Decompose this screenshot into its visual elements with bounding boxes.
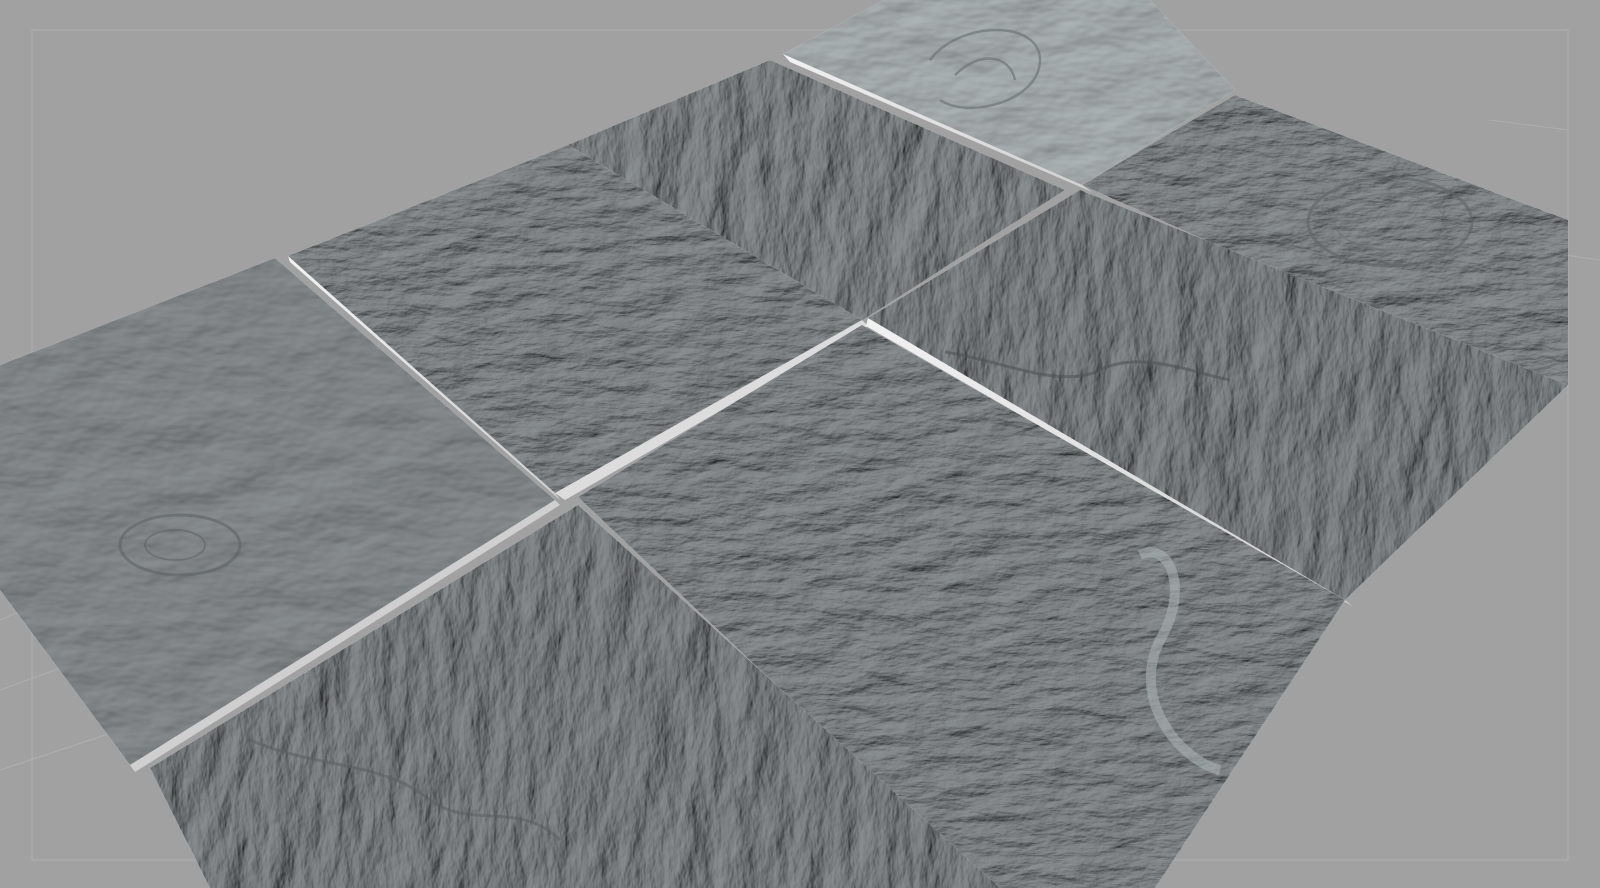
- viewport-scene[interactable]: [0, 0, 1600, 888]
- 3d-viewport[interactable]: [0, 0, 1600, 888]
